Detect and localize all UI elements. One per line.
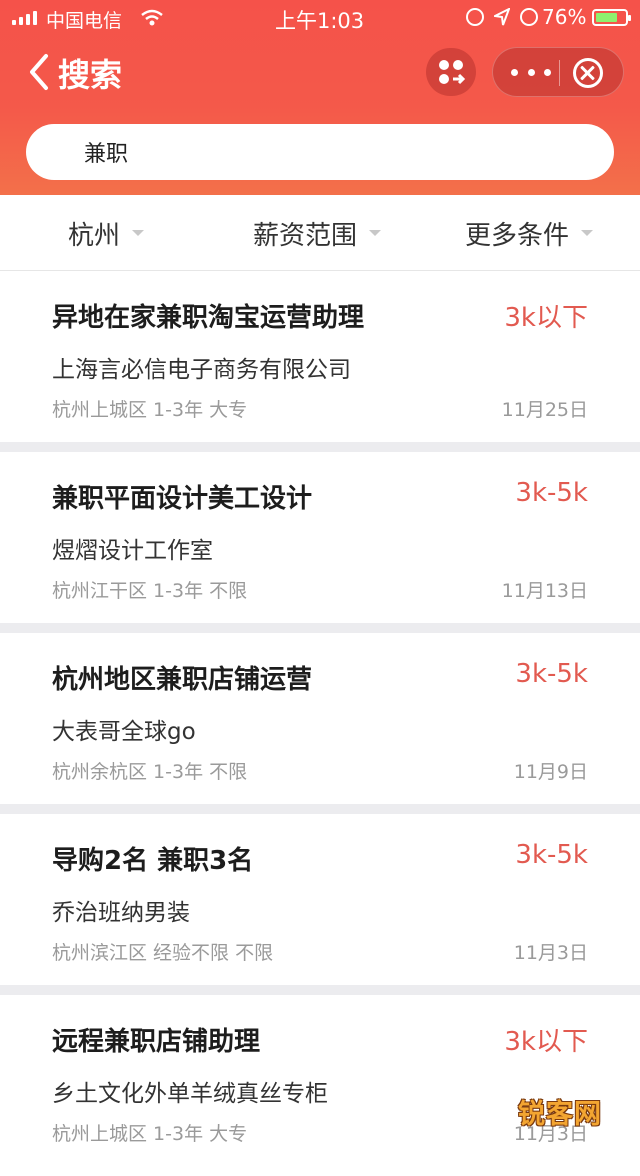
miniprogram-switch-icon[interactable] <box>426 48 476 96</box>
job-meta: 杭州上城区 1-3年 大专 <box>52 399 248 421</box>
job-date: 11月25日 <box>501 399 588 421</box>
job-list: 异地在家兼职淘宝运营助理 3k以下 上海言必信电子商务有限公司 杭州上城区 1-… <box>0 271 640 1176</box>
status-bar: 中国电信 上午1:03 76% <box>0 0 640 36</box>
filter-city[interactable]: 杭州 <box>68 195 145 271</box>
job-card[interactable]: 远程兼职店铺助理 3k以下 乡土文化外单羊绒真丝专柜 杭州上城区 1-3年 大专… <box>0 995 640 1176</box>
job-date: 11月3日 <box>513 942 588 964</box>
job-company: 乔治班纳男装 <box>52 900 190 926</box>
job-company: 乡土文化外单羊绒真丝专柜 <box>52 1081 328 1107</box>
wifi-icon <box>140 8 164 32</box>
signal-icon <box>12 9 37 25</box>
job-meta: 杭州江干区 1-3年 不限 <box>52 580 248 602</box>
job-title: 杭州地区兼职店铺运营 <box>52 665 313 695</box>
status-icons <box>466 8 538 26</box>
filter-bar: 杭州 薪资范围 更多条件 <box>0 195 640 271</box>
job-date: 11月9日 <box>513 761 588 783</box>
caret-down-icon <box>132 230 145 236</box>
job-salary: 3k以下 <box>504 303 588 333</box>
back-chevron-icon[interactable] <box>24 52 54 92</box>
capsule-divider <box>559 60 560 86</box>
job-salary: 3k-5k <box>515 478 588 508</box>
job-company: 上海言必信电子商务有限公司 <box>52 357 351 383</box>
job-meta: 杭州余杭区 1-3年 不限 <box>52 761 248 783</box>
job-card[interactable]: 杭州地区兼职店铺运营 3k-5k 大表哥全球go 杭州余杭区 1-3年 不限 1… <box>0 633 640 814</box>
battery-fill <box>596 13 617 22</box>
filter-salary[interactable]: 薪资范围 <box>253 195 382 271</box>
job-card[interactable]: 异地在家兼职淘宝运营助理 3k以下 上海言必信电子商务有限公司 杭州上城区 1-… <box>0 271 640 452</box>
filter-more-label: 更多条件 <box>465 220 570 251</box>
job-meta: 杭州上城区 1-3年 大专 <box>52 1123 248 1145</box>
header: 中国电信 上午1:03 76% 搜索 <box>0 0 640 195</box>
caret-down-icon <box>369 230 382 236</box>
battery-percent: 76% <box>542 5 587 29</box>
job-date: 11月13日 <box>501 580 588 602</box>
location-lock-icon <box>466 8 484 26</box>
job-company: 煜熠设计工作室 <box>52 538 213 564</box>
capsule-menu <box>492 47 624 97</box>
job-title: 导购2名 兼职3名 <box>52 846 254 876</box>
filter-more[interactable]: 更多条件 <box>465 195 594 271</box>
job-title: 异地在家兼职淘宝运营助理 <box>52 303 365 333</box>
battery-icon <box>592 9 631 26</box>
job-meta: 杭州滨江区 经验不限 不限 <box>52 942 274 964</box>
job-card[interactable]: 导购2名 兼职3名 3k-5k 乔治班纳男装 杭州滨江区 经验不限 不限 11月… <box>0 814 640 995</box>
job-company: 大表哥全球go <box>52 719 196 745</box>
job-salary: 3k-5k <box>515 659 588 689</box>
job-title: 兼职平面设计美工设计 <box>52 484 313 514</box>
job-card[interactable]: 兼职平面设计美工设计 3k-5k 煜熠设计工作室 杭州江干区 1-3年 不限 1… <box>0 452 640 633</box>
search-bar <box>26 124 614 180</box>
filter-city-label: 杭州 <box>68 220 121 251</box>
filter-salary-label: 薪资范围 <box>253 220 358 251</box>
more-icon[interactable] <box>511 60 551 84</box>
carrier-label: 中国电信 <box>46 10 123 32</box>
job-salary: 3k以下 <box>504 1027 588 1057</box>
watermark-logo: 锐客网 <box>518 1099 602 1130</box>
clock: 上午1:03 <box>275 9 365 33</box>
close-circle-icon[interactable] <box>573 58 603 88</box>
caret-down-icon <box>581 230 594 236</box>
page-title: 搜索 <box>58 56 123 94</box>
location-arrow-icon <box>494 8 510 26</box>
job-salary: 3k-5k <box>515 840 588 870</box>
alarm-icon <box>520 8 538 26</box>
job-title: 远程兼职店铺助理 <box>52 1027 261 1057</box>
search-input[interactable] <box>84 132 584 172</box>
